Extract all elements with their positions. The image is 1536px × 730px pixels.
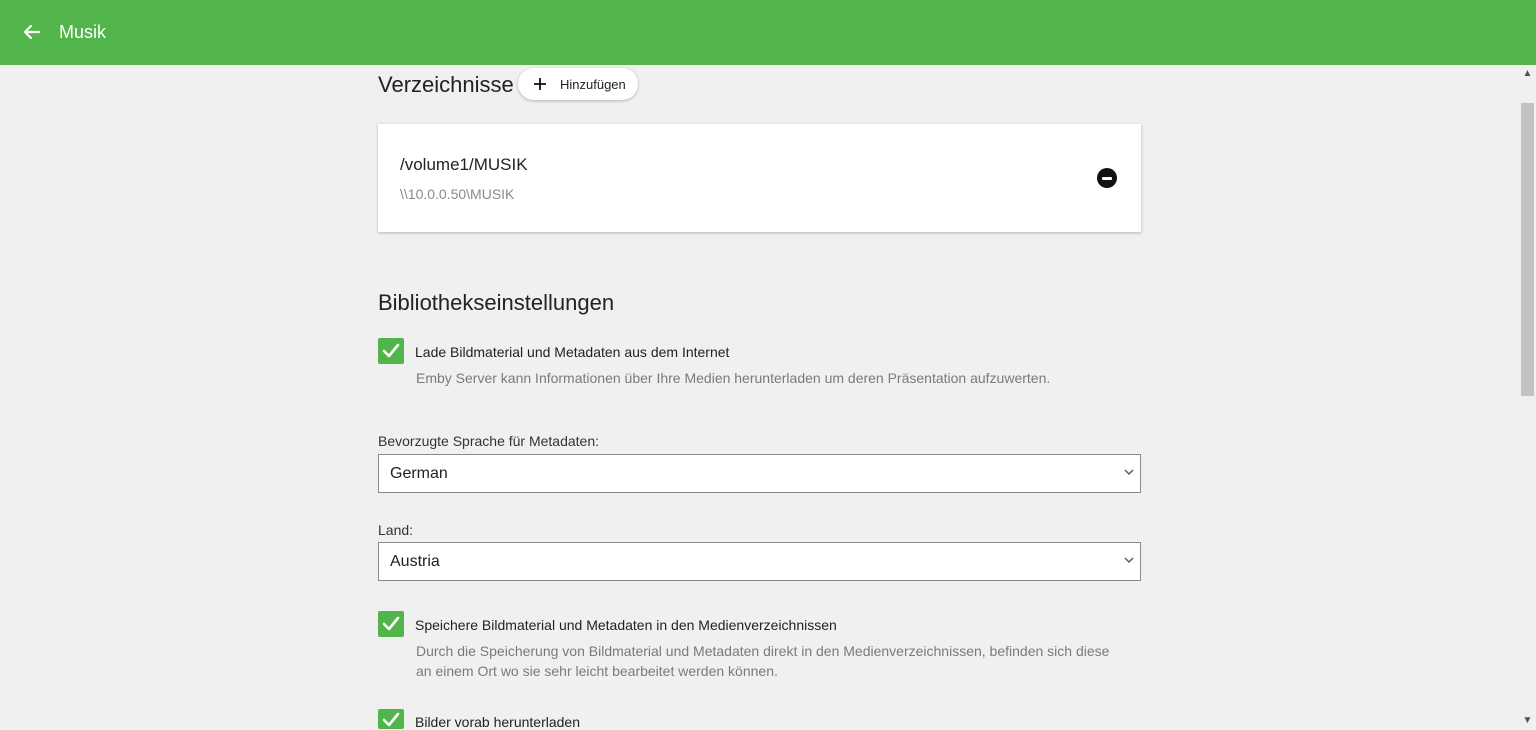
scroll-up-arrow-icon[interactable]: ▲ (1519, 65, 1536, 82)
metadata-language-value: German (390, 465, 448, 482)
folder-network-path: \\10.0.0.50\MUSIK (400, 186, 515, 202)
library-settings-title: Bibliothekseinstellungen (378, 290, 615, 315)
download-metadata-description: Emby Server kann Informationen über Ihre… (416, 370, 1051, 386)
download-images-advance-label: Bilder vorab herunterladen (415, 714, 580, 730)
checkmark-icon (382, 712, 400, 727)
checkmark-icon (382, 616, 400, 631)
folder-path: /volume1/MUSIK (400, 155, 528, 174)
save-local-label: Speichere Bildmaterial und Metadaten in … (415, 617, 837, 633)
country-value: Austria (390, 553, 440, 570)
chevron-down-icon (1124, 557, 1134, 563)
download-images-advance-checkbox[interactable] (378, 709, 404, 729)
save-local-checkbox[interactable] (378, 611, 404, 637)
minus-circle-icon (1102, 176, 1112, 180)
app-header: Musik (0, 0, 1536, 65)
save-local-description: Durch die Speicherung von Bildmaterial u… (416, 643, 1110, 679)
chevron-down-icon (1124, 469, 1134, 475)
add-folder-label: Hinzufügen (560, 76, 626, 92)
checkmark-icon (382, 343, 400, 358)
page-title: Musik (59, 22, 107, 42)
folders-section-title: Verzeichnisse (378, 72, 514, 97)
folder-card[interactable]: /volume1/MUSIK \\10.0.0.50\MUSIK (378, 124, 1141, 232)
add-folder-button[interactable]: Hinzufügen (518, 68, 638, 100)
metadata-language-label: Bevorzugte Sprache für Metadaten: (378, 433, 600, 449)
plus-icon (532, 76, 548, 92)
metadata-language-select[interactable]: German (378, 454, 1141, 493)
page-scrollbar[interactable]: ▲ ▼ (1519, 65, 1536, 729)
scroll-thumb[interactable] (1521, 103, 1534, 396)
country-label: Land: (378, 522, 414, 538)
download-metadata-label: Lade Bildmaterial und Metadaten aus dem … (415, 344, 730, 360)
scroll-down-arrow-icon[interactable]: ▼ (1519, 712, 1536, 729)
download-metadata-checkbox[interactable] (378, 338, 404, 364)
country-select[interactable]: Austria (378, 542, 1141, 581)
arrow-left-icon (23, 24, 41, 40)
remove-folder-button[interactable] (1097, 168, 1117, 188)
back-button[interactable] (16, 16, 48, 48)
